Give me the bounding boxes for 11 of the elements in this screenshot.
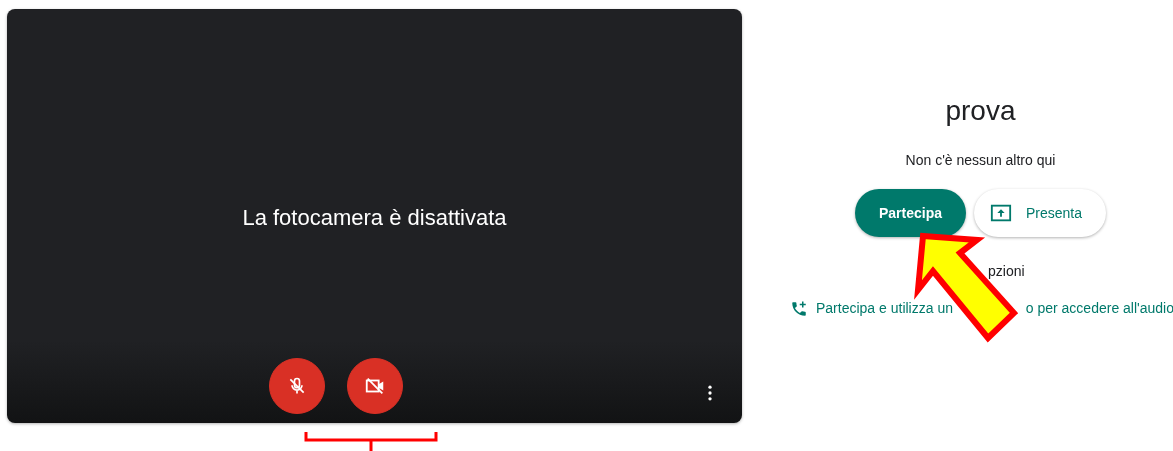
phone-audio-link[interactable]: o per accedere all'audio	[1025, 298, 1173, 319]
present-button[interactable]: Presenta	[974, 189, 1107, 237]
camera-off-message: La fotocamera è disattivata	[242, 204, 507, 232]
join-button[interactable]: Partecipa	[854, 189, 966, 237]
phone-audio-link[interactable]: Partecipa e utilizza un	[816, 298, 953, 319]
present-screen-icon	[990, 202, 1012, 224]
camera-off-icon	[363, 375, 386, 397]
options-label: pzioni	[988, 262, 1025, 281]
phone-add-icon	[790, 299, 808, 318]
status-text: Non c'è nessun altro qui	[904, 151, 1057, 170]
meeting-title: prova	[944, 94, 1017, 128]
